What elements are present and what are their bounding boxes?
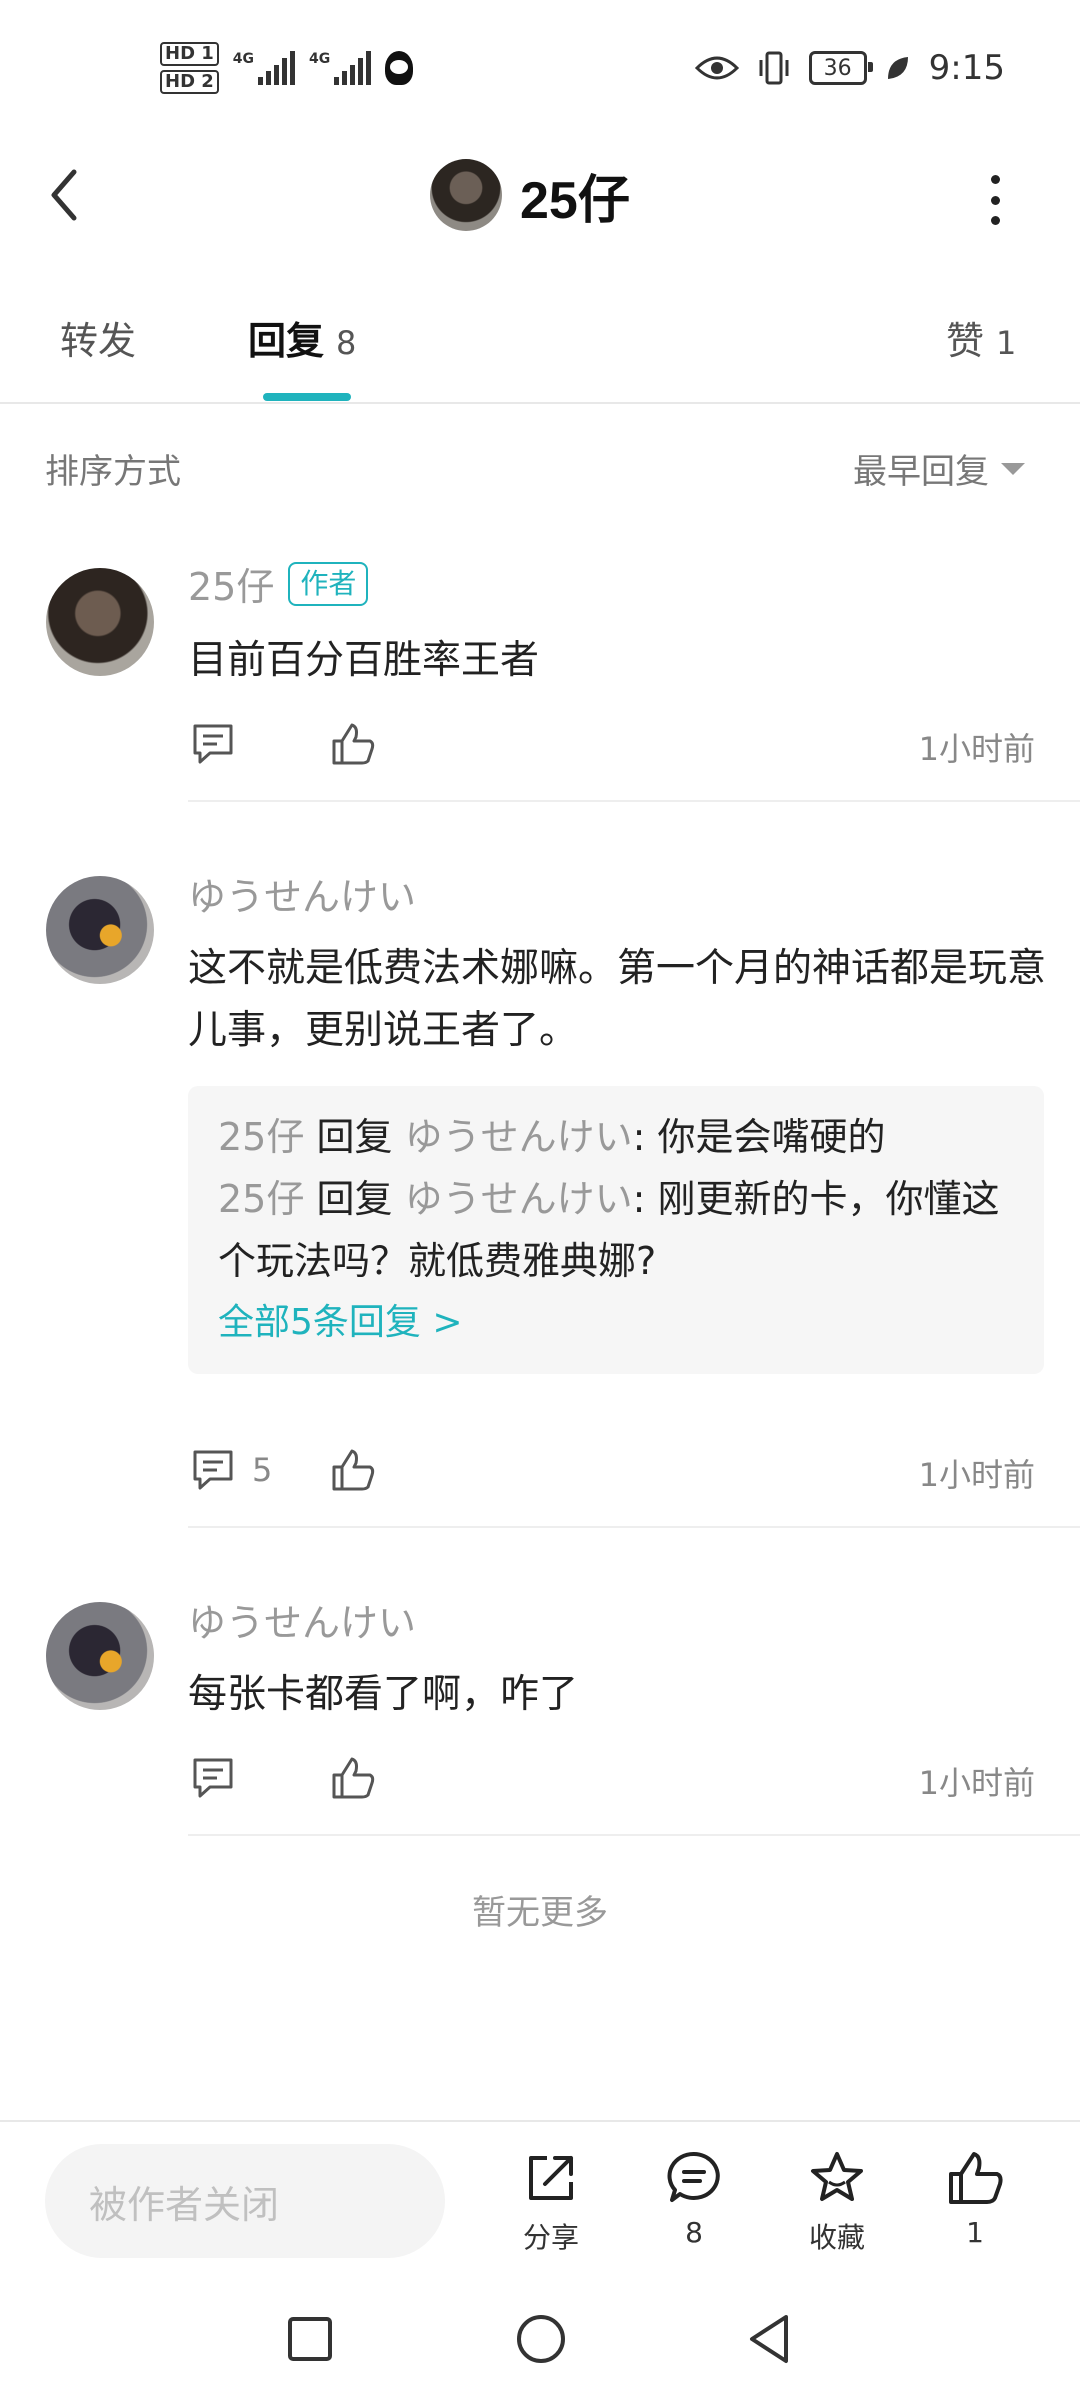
tab-count: 1 xyxy=(996,324,1017,362)
reply-to[interactable]: ゆうせんけい xyxy=(405,1177,633,1221)
signal-2-icon: 4G xyxy=(309,51,372,85)
like-icon[interactable] xyxy=(330,1447,376,1493)
reply-count: 5 xyxy=(252,1451,273,1489)
tab-label: 转发 xyxy=(60,319,137,363)
commenter-name-text: ゆうせんけい xyxy=(188,875,417,919)
divider xyxy=(0,402,1080,404)
commenter-avatar[interactable] xyxy=(46,568,154,676)
comment-count: 8 xyxy=(685,2216,703,2249)
favorite-label: 收藏 xyxy=(808,2221,865,2254)
comment-actions: 5 xyxy=(190,1440,376,1500)
recent-apps-button[interactable] xyxy=(285,2314,335,2364)
vibrate-icon xyxy=(759,51,789,85)
tab-repost[interactable]: 转发 xyxy=(60,310,136,365)
chevron-left-icon xyxy=(51,169,77,221)
share-label: 分享 xyxy=(522,2221,579,2254)
header-title[interactable]: 25仔 xyxy=(430,155,630,235)
more-dots-icon xyxy=(990,175,1000,184)
reply-from[interactable]: 25仔 xyxy=(218,1115,304,1159)
eye-icon xyxy=(694,56,739,80)
qq-icon xyxy=(385,51,414,85)
tab-label: 赞 xyxy=(946,319,985,363)
tab-likes[interactable]: 赞1 xyxy=(946,310,1016,365)
system-navigation-bar xyxy=(0,2282,1080,2400)
hd1-label: HD 1 xyxy=(160,42,219,66)
active-tab-indicator xyxy=(263,393,351,401)
divider xyxy=(0,2120,1080,2122)
more-options-button[interactable] xyxy=(985,175,1005,225)
like-icon[interactable] xyxy=(330,1755,376,1801)
like-icon[interactable] xyxy=(330,721,376,767)
no-more-label: 暂无更多 xyxy=(472,1893,608,1933)
reply-item: 25仔 回复 ゆうせんけい: 你是会嘴硬的 xyxy=(218,1106,1014,1168)
clock: 9:15 xyxy=(928,48,1005,88)
reply-icon[interactable] xyxy=(190,721,236,767)
reply-to[interactable]: ゆうせんけい xyxy=(405,1115,633,1159)
hd-indicator: HD 1 HD 2 xyxy=(160,42,219,94)
comment-text: 目前百分百胜率王者 xyxy=(188,638,540,683)
commenter-avatar[interactable] xyxy=(46,876,154,984)
view-all-replies-link[interactable]: 全部5条回复 > xyxy=(218,1292,1014,1354)
caret-down-icon xyxy=(1001,462,1025,475)
tab-replies[interactable]: 回复 8 xyxy=(248,310,356,365)
reply-verb: 回复 xyxy=(316,1177,393,1221)
comment-input-disabled: 被作者关闭 xyxy=(45,2144,445,2258)
commenter-name[interactable]: ゆうせんけい xyxy=(188,866,416,921)
leaf-icon xyxy=(887,57,908,79)
reply-verb: 回复 xyxy=(316,1115,393,1159)
sort-value: 最早回复 xyxy=(853,452,989,492)
comment-time: 1小时前 xyxy=(918,1764,1035,1802)
comment-button[interactable]: 8 xyxy=(639,2148,749,2249)
thumbs-up-icon xyxy=(949,2152,1003,2204)
battery-icon: 36 xyxy=(808,51,873,85)
sort-dropdown[interactable]: 最早回复 xyxy=(853,444,1025,493)
divider xyxy=(188,1526,1080,1528)
tab-count: 8 xyxy=(336,324,357,362)
signal-1-icon: 4G xyxy=(232,51,296,85)
comment-time: 1小时前 xyxy=(918,730,1035,768)
back-button[interactable] xyxy=(40,160,90,230)
reply-text: : 你是会嘴硬的 xyxy=(632,1115,886,1159)
status-left: HD 1 HD 2 4G 4G xyxy=(160,36,414,100)
like-count: 1 xyxy=(966,2216,984,2249)
comment-text: 每张卡都看了啊，咋了 xyxy=(188,1672,579,1717)
divider xyxy=(188,800,1080,802)
commenter-avatar[interactable] xyxy=(46,1602,154,1710)
commenter-name[interactable]: 25仔 作者 xyxy=(188,556,369,611)
commenter-name[interactable]: ゆうせんけい xyxy=(188,1592,416,1647)
comment-actions xyxy=(190,1748,376,1808)
status-right: 36 9:15 xyxy=(694,40,1005,96)
status-bar: HD 1 HD 2 4G 4G 36 9:15 xyxy=(0,0,1080,140)
comment-text: 这不就是低费法术娜嘛。第一个月的神话都是玩意儿事，更别说王者了。 xyxy=(188,946,1047,1053)
star-icon xyxy=(811,2152,863,2201)
reply-icon[interactable] xyxy=(190,1447,236,1493)
sort-label: 排序方式 xyxy=(45,452,181,492)
back-nav-button[interactable] xyxy=(744,2312,794,2366)
comment-time: 1小时前 xyxy=(918,1456,1035,1494)
page-title: 25仔 xyxy=(520,171,630,230)
net2-label: 4G xyxy=(309,51,331,67)
reply-from[interactable]: 25仔 xyxy=(218,1177,304,1221)
reply-preview-box[interactable]: 25仔 回复 ゆうせんけい: 你是会嘴硬的 25仔 回复 ゆうせんけい: 刚更新… xyxy=(188,1086,1044,1374)
like-button[interactable]: 1 xyxy=(920,2148,1030,2249)
net1-label: 4G xyxy=(232,51,255,67)
share-icon xyxy=(529,2156,573,2200)
author-badge: 作者 xyxy=(288,561,369,606)
comment-actions xyxy=(190,714,376,774)
reply-item: 25仔 回复 ゆうせんけい: 刚更新的卡，你懂这个玩法吗？就低费雅典娜? xyxy=(218,1168,1014,1292)
favorite-button[interactable]: 收藏 xyxy=(782,2148,892,2256)
reply-icon[interactable] xyxy=(190,1755,236,1801)
author-avatar[interactable] xyxy=(430,159,502,231)
tab-label: 回复 xyxy=(248,319,325,363)
commenter-name-text: 25仔 xyxy=(188,565,275,609)
share-button[interactable]: 分享 xyxy=(496,2148,606,2256)
commenter-name-text: ゆうせんけい xyxy=(188,1601,417,1645)
comment-icon xyxy=(667,2151,720,2202)
hd2-label: HD 2 xyxy=(160,70,219,94)
home-button[interactable] xyxy=(514,2312,568,2366)
divider xyxy=(188,1834,1080,1836)
